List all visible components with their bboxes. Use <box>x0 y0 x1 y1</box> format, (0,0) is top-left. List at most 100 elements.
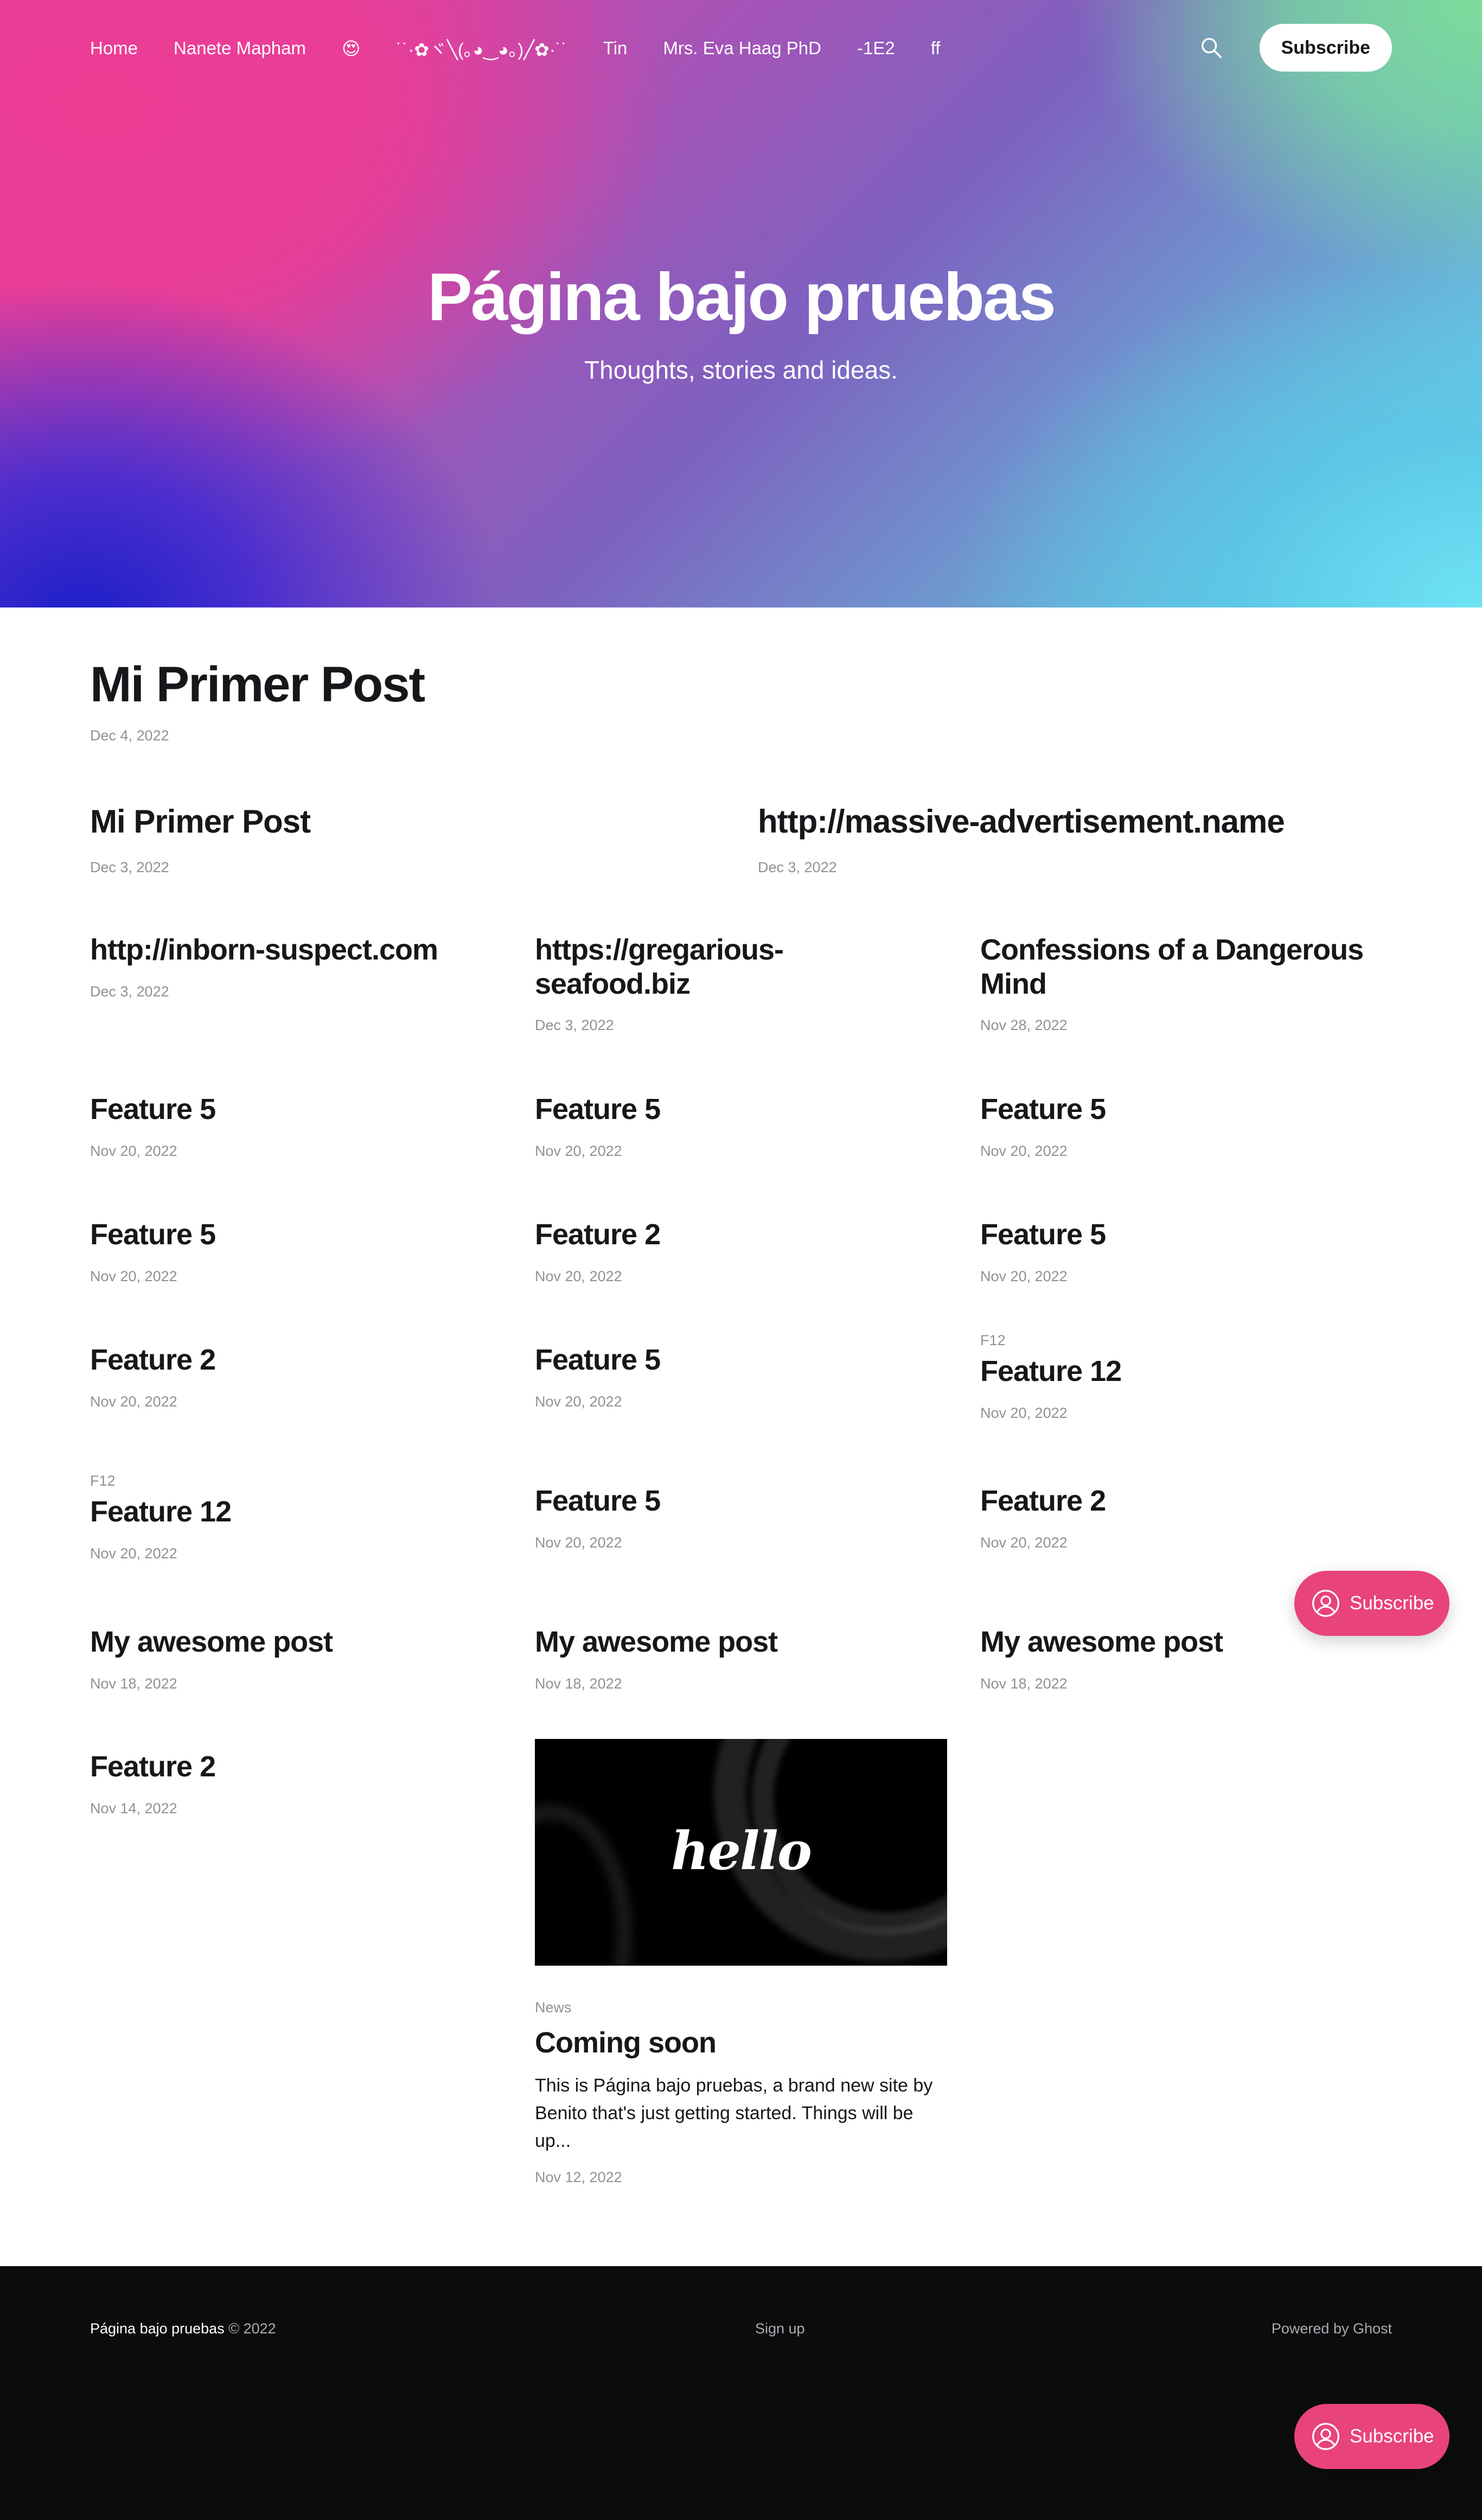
post-card[interactable]: F12 Feature 12 Nov 20, 2022 <box>90 1473 502 1562</box>
post-title[interactable]: Feature 2 <box>90 1750 502 1784</box>
post-date: Nov 18, 2022 <box>535 1675 622 1692</box>
post-title[interactable]: Mi Primer Post <box>90 803 714 841</box>
post-title[interactable]: Confessions of a Dangerous Mind <box>980 933 1392 1001</box>
user-circle-icon <box>1311 1588 1341 1619</box>
portal-subscribe-button[interactable]: Subscribe <box>1294 1571 1449 1636</box>
post-title[interactable]: http://massive-advertisement.name <box>758 803 1392 841</box>
post-tag[interactable]: F12 <box>90 1473 502 1489</box>
post-date: Nov 14, 2022 <box>90 1800 177 1817</box>
nav-item-ff[interactable]: ff <box>931 38 941 59</box>
site-title: Página bajo pruebas <box>427 260 1056 335</box>
post-card[interactable]: Feature 5 Nov 20, 2022 <box>980 1218 1392 1285</box>
post-date: Nov 20, 2022 <box>980 1404 1068 1421</box>
post-tag[interactable]: F12 <box>980 1332 1392 1349</box>
portal-subscribe-button[interactable]: Subscribe <box>1294 2404 1449 2469</box>
nav-item-kaomoji[interactable]: ˙˙·✿ヾ╲(｡◕‿◕｡)╱✿·˙˙ <box>396 35 567 61</box>
post-feature-image[interactable]: hello <box>535 1739 947 1966</box>
post-title[interactable]: Feature 5 <box>535 1484 947 1518</box>
post-card[interactable]: Feature 5 Nov 20, 2022 <box>535 1484 947 1551</box>
post-card[interactable]: Feature 2 Nov 14, 2022 <box>90 1750 502 1817</box>
footer-powered-by-link[interactable]: Powered by Ghost <box>1272 2320 1392 2337</box>
post-card[interactable]: Feature 2 Nov 20, 2022 <box>90 1343 502 1410</box>
post-card[interactable]: Feature 5 Nov 20, 2022 <box>535 1092 947 1160</box>
site-header: Home Nanete Mapham 😍 ˙˙·✿ヾ╲(｡◕‿◕｡)╱✿·˙˙ … <box>0 0 1482 607</box>
post-card[interactable]: https://gregarious-seafood.biz Dec 3, 20… <box>535 933 925 1034</box>
site-footer: Página bajo pruebas © 2022 Sign up Power… <box>0 2266 1482 2520</box>
post-excerpt: This is Página bajo pruebas, a brand new… <box>535 2075 933 2151</box>
post-date: Dec 3, 2022 <box>758 859 837 875</box>
header-subscribe-button[interactable]: Subscribe <box>1259 24 1392 72</box>
post-card[interactable]: Feature 5 Nov 20, 2022 <box>980 1092 1392 1160</box>
post-date: Dec 4, 2022 <box>90 727 169 744</box>
post-title[interactable]: Mi Primer Post <box>90 657 1392 712</box>
post-title[interactable]: http://inborn-suspect.com <box>90 933 502 967</box>
post-date: Nov 20, 2022 <box>90 1268 177 1284</box>
post-date: Dec 3, 2022 <box>90 859 169 875</box>
post-card[interactable]: Confessions of a Dangerous Mind Nov 28, … <box>980 933 1392 1034</box>
post-card[interactable]: http://inborn-suspect.com Dec 3, 2022 <box>90 933 502 1000</box>
post-date: Nov 20, 2022 <box>90 1545 177 1562</box>
image-hello-text: hello <box>671 1820 812 1882</box>
post-card[interactable]: My awesome post Nov 18, 2022 <box>535 1625 947 1692</box>
post-date: Nov 20, 2022 <box>980 1534 1068 1551</box>
post-title[interactable]: Feature 12 <box>980 1354 1392 1389</box>
post-card[interactable]: Mi Primer Post Dec 4, 2022 <box>90 657 1392 744</box>
nav-item-emoji[interactable]: 😍 <box>342 38 360 59</box>
post-title[interactable]: Coming soon <box>535 2026 947 2060</box>
post-title[interactable]: Feature 5 <box>535 1343 947 1377</box>
post-title[interactable]: Feature 2 <box>90 1343 502 1377</box>
post-title[interactable]: Feature 5 <box>980 1218 1392 1252</box>
post-date: Nov 20, 2022 <box>535 1142 622 1159</box>
post-tag[interactable]: News <box>535 1999 947 2016</box>
footer-site-link[interactable]: Página bajo pruebas <box>90 2320 225 2337</box>
post-date: Dec 3, 2022 <box>535 1017 614 1034</box>
search-icon[interactable] <box>1199 35 1224 60</box>
portal-subscribe-label: Subscribe <box>1350 1592 1434 1614</box>
post-title[interactable]: My awesome post <box>90 1625 502 1659</box>
post-card[interactable]: Feature 5 Nov 20, 2022 <box>90 1218 502 1285</box>
post-date: Nov 20, 2022 <box>90 1142 177 1159</box>
post-date: Nov 12, 2022 <box>535 2169 622 2185</box>
post-date: Nov 20, 2022 <box>535 1393 622 1410</box>
post-card[interactable]: Feature 2 Nov 20, 2022 <box>980 1484 1392 1551</box>
footer-copyright: Página bajo pruebas © 2022 <box>90 2320 276 2337</box>
post-title[interactable]: https://gregarious-seafood.biz <box>535 933 925 1001</box>
post-date: Nov 18, 2022 <box>980 1675 1068 1692</box>
portal-subscribe-label: Subscribe <box>1350 2426 1434 2447</box>
post-card[interactable]: News Coming soon This is Página bajo pru… <box>535 1999 947 2186</box>
nav-item-home[interactable]: Home <box>90 38 138 59</box>
main-nav: Home Nanete Mapham 😍 ˙˙·✿ヾ╲(｡◕‿◕｡)╱✿·˙˙ … <box>90 0 976 97</box>
post-title[interactable]: Feature 5 <box>90 1218 502 1252</box>
footer-signup-link[interactable]: Sign up <box>755 2320 805 2337</box>
post-date: Nov 28, 2022 <box>980 1017 1068 1034</box>
post-date: Nov 20, 2022 <box>980 1268 1068 1284</box>
post-title[interactable]: Feature 12 <box>90 1495 502 1529</box>
nav-actions: Subscribe <box>1199 24 1392 72</box>
user-circle-icon <box>1311 2421 1341 2452</box>
nav-item-1e2[interactable]: -1E2 <box>857 38 895 59</box>
post-date: Nov 20, 2022 <box>980 1142 1068 1159</box>
nav-item-tin[interactable]: Tin <box>603 38 628 59</box>
post-card[interactable]: Feature 5 Nov 20, 2022 <box>90 1092 502 1160</box>
post-title[interactable]: Feature 5 <box>980 1092 1392 1127</box>
footer-copyright-year: © 2022 <box>224 2320 276 2337</box>
post-date: Dec 3, 2022 <box>90 983 169 1000</box>
post-card[interactable]: My awesome post Nov 18, 2022 <box>90 1625 502 1692</box>
post-date: Nov 20, 2022 <box>535 1534 622 1551</box>
post-title[interactable]: Feature 5 <box>535 1092 947 1127</box>
post-card[interactable]: Feature 5 Nov 20, 2022 <box>535 1343 947 1410</box>
nav-item-nanete-mapham[interactable]: Nanete Mapham <box>174 38 306 59</box>
post-title[interactable]: My awesome post <box>535 1625 947 1659</box>
post-card[interactable]: Feature 2 Nov 20, 2022 <box>535 1218 947 1285</box>
nav-item-eva-haag[interactable]: Mrs. Eva Haag PhD <box>663 38 821 59</box>
post-date: Nov 20, 2022 <box>535 1268 622 1284</box>
site-description: Thoughts, stories and ideas. <box>584 356 898 384</box>
post-date: Nov 18, 2022 <box>90 1675 177 1692</box>
post-title[interactable]: Feature 2 <box>535 1218 947 1252</box>
post-title[interactable]: Feature 2 <box>980 1484 1392 1518</box>
post-card[interactable]: Mi Primer Post Dec 3, 2022 <box>90 803 714 876</box>
post-card[interactable]: http://massive-advertisement.name Dec 3,… <box>758 803 1392 876</box>
post-card[interactable]: F12 Feature 12 Nov 20, 2022 <box>980 1332 1392 1422</box>
post-title[interactable]: Feature 5 <box>90 1092 502 1127</box>
post-date: Nov 20, 2022 <box>90 1393 177 1410</box>
